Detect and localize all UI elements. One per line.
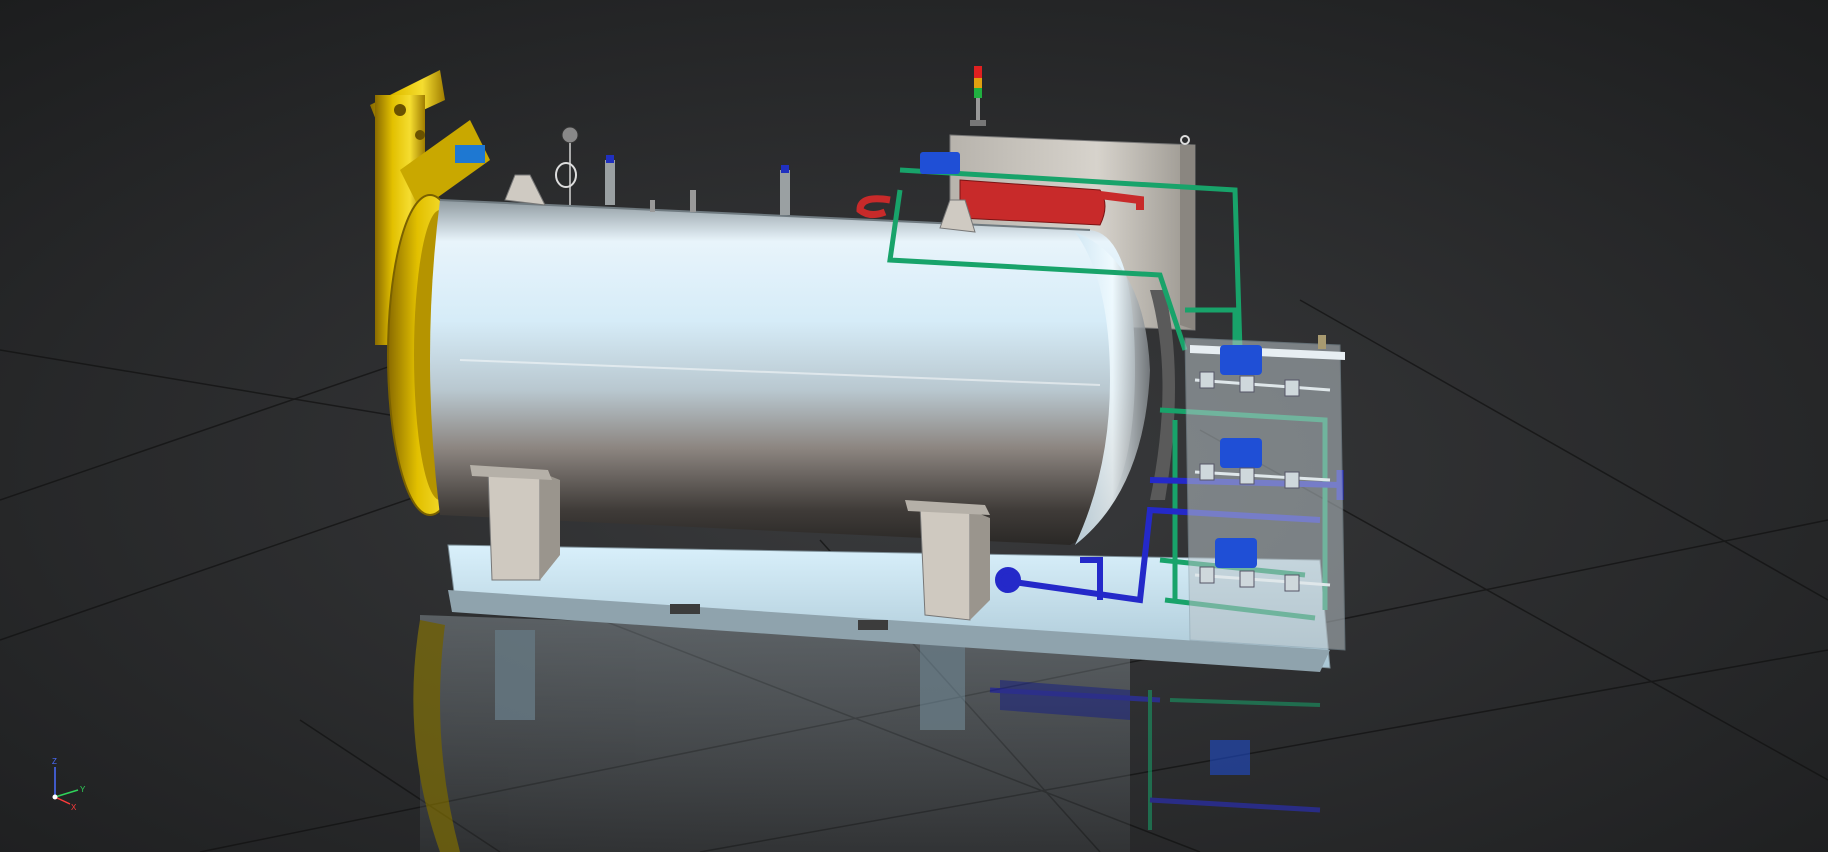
- z-axis-label: Z: [52, 757, 57, 766]
- scene-canvas[interactable]: [0, 0, 1828, 852]
- y-axis: [54, 789, 79, 798]
- valve-actuator-bottom: [1215, 538, 1257, 568]
- valve-actuator-middle: [1220, 438, 1262, 468]
- axis-triad-icon: Z Y X: [52, 757, 86, 812]
- y-axis-label: Y: [80, 785, 86, 794]
- 3d-viewport[interactable]: Z Y X: [0, 0, 1828, 852]
- valve-actuator-upper: [920, 152, 960, 174]
- valve-actuator-top: [1220, 345, 1262, 375]
- view-triad[interactable]: Z Y X: [40, 752, 100, 812]
- x-axis-label: X: [71, 803, 77, 812]
